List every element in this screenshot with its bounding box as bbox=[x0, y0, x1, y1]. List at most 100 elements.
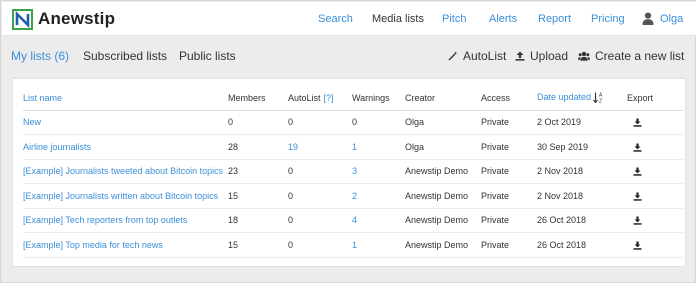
creator-name: Anewstip Demo bbox=[405, 208, 481, 233]
column-export: Export bbox=[627, 86, 683, 111]
date-updated: 26 Oct 2018 bbox=[537, 232, 627, 258]
creator-name: Anewstip Demo bbox=[405, 183, 481, 209]
brand-name[interactable]: Anewstip bbox=[38, 9, 115, 29]
top-navigation: Anewstip Search Media lists Pitch Alerts… bbox=[2, 2, 696, 36]
date-updated: 2 Nov 2018 bbox=[537, 183, 627, 209]
export-cell bbox=[627, 134, 683, 160]
autolist-count: 0 bbox=[288, 183, 352, 209]
column-list-name[interactable]: List name bbox=[23, 86, 228, 111]
warnings-count: 0 bbox=[352, 110, 405, 135]
magic-wand-icon bbox=[448, 51, 458, 61]
date-updated: 26 Oct 2018 bbox=[537, 208, 627, 233]
download-icon[interactable] bbox=[633, 167, 642, 177]
export-cell bbox=[627, 208, 683, 233]
nav-alerts[interactable]: Alerts bbox=[489, 13, 517, 25]
access-level: Private bbox=[481, 232, 537, 258]
table-row: Airline journalists 28 19 1 Olga Private… bbox=[23, 134, 683, 160]
tab-subscribed-lists[interactable]: Subscribed lists bbox=[83, 49, 167, 63]
creator-name: Anewstip Demo bbox=[405, 159, 481, 184]
table-row: [Example] Tech reporters from top outlet… bbox=[23, 208, 683, 233]
user-icon[interactable] bbox=[642, 12, 654, 25]
access-level: Private bbox=[481, 110, 537, 135]
export-cell bbox=[627, 110, 683, 135]
members-count: 0 bbox=[228, 110, 288, 135]
warnings-count[interactable]: 1 bbox=[352, 134, 405, 160]
autolist-count[interactable]: 19 bbox=[288, 134, 352, 160]
autolist-count: 0 bbox=[288, 208, 352, 233]
members-count: 15 bbox=[228, 183, 288, 209]
tab-public-lists[interactable]: Public lists bbox=[179, 49, 236, 63]
creator-name: Anewstip Demo bbox=[405, 232, 481, 258]
column-autolist: AutoList [?] bbox=[288, 86, 352, 111]
creator-name: Olga bbox=[405, 134, 481, 160]
svg-text:Z: Z bbox=[599, 99, 602, 104]
users-icon bbox=[578, 51, 590, 61]
download-icon[interactable] bbox=[633, 216, 642, 226]
creator-name: Olga bbox=[405, 110, 481, 135]
tab-my-lists[interactable]: My lists (6) bbox=[11, 49, 69, 63]
list-name-link[interactable]: New bbox=[23, 110, 228, 135]
warnings-count[interactable]: 3 bbox=[352, 159, 405, 184]
autolist-count: 0 bbox=[288, 159, 352, 184]
table-row: [Example] Journalists written about Bitc… bbox=[23, 183, 683, 209]
media-lists-table: List name Members AutoList [?] Warnings C… bbox=[23, 86, 683, 258]
app-window: Anewstip Search Media lists Pitch Alerts… bbox=[0, 0, 696, 283]
upload-label: Upload bbox=[530, 49, 569, 63]
members-count: 23 bbox=[228, 159, 288, 184]
column-access: Access bbox=[481, 86, 537, 111]
members-count: 18 bbox=[228, 208, 288, 233]
upload-button[interactable]: Upload bbox=[515, 49, 568, 63]
list-name-link[interactable]: [Example] Journalists tweeted about Bitc… bbox=[23, 159, 228, 184]
autolist-help-link[interactable]: [?] bbox=[324, 93, 334, 103]
autolist-button[interactable]: AutoList bbox=[448, 49, 506, 63]
nav-report[interactable]: Report bbox=[538, 13, 571, 25]
list-name-link[interactable]: [Example] Journalists written about Bitc… bbox=[23, 183, 228, 209]
nav-pricing[interactable]: Pricing bbox=[591, 13, 625, 25]
autolist-count: 0 bbox=[288, 232, 352, 258]
export-cell bbox=[627, 232, 683, 258]
column-creator: Creator bbox=[405, 86, 481, 111]
export-cell bbox=[627, 159, 683, 184]
access-level: Private bbox=[481, 159, 537, 184]
date-updated: 30 Sep 2019 bbox=[537, 134, 627, 160]
table-row: [Example] Top media for tech news 15 0 1… bbox=[23, 232, 683, 258]
list-name-link[interactable]: [Example] Top media for tech news bbox=[23, 232, 228, 258]
download-icon[interactable] bbox=[633, 143, 642, 152]
date-updated: 2 Nov 2018 bbox=[537, 159, 627, 184]
download-icon[interactable] bbox=[633, 241, 642, 250]
nav-media-lists[interactable]: Media lists bbox=[372, 13, 424, 25]
date-updated: 2 Oct 2019 bbox=[537, 110, 627, 135]
user-name[interactable]: Olga bbox=[660, 13, 683, 25]
members-count: 28 bbox=[228, 134, 288, 160]
sort-alpha-icon[interactable]: A Z bbox=[593, 92, 604, 104]
access-level: Private bbox=[481, 183, 537, 209]
table-header-row: List name Members AutoList [?] Warnings C… bbox=[23, 86, 683, 111]
column-date-updated-label: Date updated bbox=[537, 92, 592, 103]
export-cell bbox=[627, 183, 683, 209]
list-name-link[interactable]: Airline journalists bbox=[23, 134, 228, 160]
warnings-count[interactable]: 1 bbox=[352, 232, 405, 258]
access-level: Private bbox=[481, 134, 537, 160]
autolist-count: 0 bbox=[288, 110, 352, 135]
members-count: 15 bbox=[228, 232, 288, 258]
table-row: New 0 0 0 Olga Private 2 Oct 2019 bbox=[23, 110, 683, 135]
create-list-label: Create a new list bbox=[595, 49, 685, 63]
create-list-button[interactable]: Create a new list bbox=[578, 49, 684, 63]
table-row: [Example] Journalists tweeted about Bitc… bbox=[23, 159, 683, 184]
column-date-updated[interactable]: Date updated A Z bbox=[537, 86, 627, 111]
download-icon[interactable] bbox=[633, 192, 642, 201]
column-autolist-label: AutoList bbox=[288, 92, 321, 103]
access-level: Private bbox=[481, 208, 537, 233]
warnings-count[interactable]: 2 bbox=[352, 183, 405, 209]
list-name-link[interactable]: [Example] Tech reporters from top outlet… bbox=[23, 208, 228, 233]
column-warnings: Warnings bbox=[352, 86, 405, 111]
autolist-label: AutoList bbox=[463, 49, 507, 63]
upload-icon bbox=[515, 51, 525, 61]
download-icon[interactable] bbox=[633, 118, 642, 128]
nav-search[interactable]: Search bbox=[318, 13, 353, 25]
nav-pitch[interactable]: Pitch bbox=[442, 13, 466, 25]
warnings-count[interactable]: 4 bbox=[352, 208, 405, 233]
column-members: Members bbox=[228, 86, 288, 111]
media-lists-card: List name Members AutoList [?] Warnings C… bbox=[12, 78, 686, 267]
anewstip-logo-icon[interactable] bbox=[12, 9, 33, 30]
